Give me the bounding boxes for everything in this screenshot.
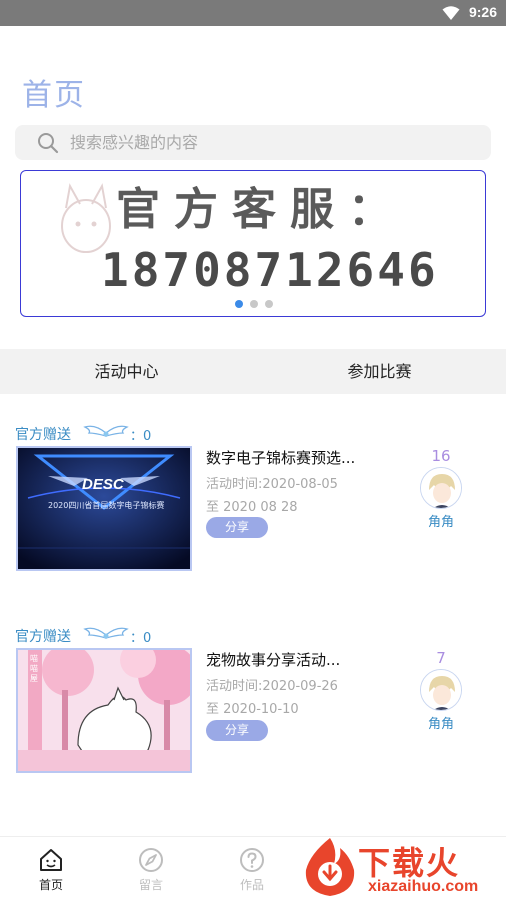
cat-book-cover-image xyxy=(18,650,190,771)
activity-card[interactable]: 官方赠送 ：0 DESC 2020四川省首届数字电子锦标赛 数字电子锦标赛预选.… xyxy=(0,424,506,584)
carousel-dot-active[interactable] xyxy=(235,300,243,308)
wings-count: ：0 xyxy=(130,631,152,646)
wings-count: ：0 xyxy=(130,429,152,444)
participant-count: 16 xyxy=(431,447,451,465)
nav-home-label: 首页 xyxy=(38,878,63,892)
nav-home[interactable]: 首页 xyxy=(21,847,81,893)
watermark-logo: 下载火 xiazaihuo.com xyxy=(300,834,506,900)
search-bar[interactable] xyxy=(15,125,491,160)
activity-card[interactable]: 官方赠送 ：0 喵喵屋 宠物故事分享活动... 活动时间:2020-09-26 … xyxy=(0,626,506,786)
activity-thumbnail[interactable]: 喵喵屋 xyxy=(16,648,192,773)
cover-caption: 喵喵屋 xyxy=(30,654,38,683)
watermark-site: xiazaihuo.com xyxy=(368,878,479,895)
nav-works[interactable]: 作品 xyxy=(222,847,282,893)
home-icon xyxy=(40,849,62,871)
flame-icon xyxy=(305,838,355,896)
poster-brand: DESC xyxy=(82,476,124,493)
carousel-dot[interactable] xyxy=(250,300,258,308)
tab-activity-center[interactable]: 活动中心 xyxy=(0,349,253,394)
carousel-dot[interactable] xyxy=(265,300,273,308)
carousel-indicator xyxy=(235,300,273,308)
nav-messages-label: 留言 xyxy=(138,878,163,892)
compass-icon xyxy=(139,848,163,872)
search-input[interactable] xyxy=(70,125,470,160)
official-gift-tag[interactable]: 官方赠送 xyxy=(15,424,71,444)
nav-works-label: 作品 xyxy=(239,878,264,892)
official-gift-tag[interactable]: 官方赠送 xyxy=(15,626,71,646)
wings-icon xyxy=(83,425,129,437)
activity-end-time: 至 2020 08 28 xyxy=(206,500,298,515)
author-name[interactable]: 角角 xyxy=(420,511,462,530)
poster-caption: 2020四川省首届数字电子锦标赛 xyxy=(48,501,165,510)
activity-title[interactable]: 宠物故事分享活动... xyxy=(206,649,340,670)
status-time: 9:26 xyxy=(468,4,497,20)
wifi-icon xyxy=(442,6,460,20)
activity-start-time: 活动时间:2020-09-26 xyxy=(206,679,338,694)
tab-join-contest[interactable]: 参加比赛 xyxy=(253,349,506,394)
participant-count: 7 xyxy=(436,649,446,667)
share-button[interactable]: 分享 xyxy=(206,720,268,741)
status-bar: 9:26 xyxy=(0,0,506,26)
tab-bar: 活动中心 参加比赛 xyxy=(0,349,506,394)
activity-start-time: 活动时间:2020-08-05 xyxy=(206,477,338,492)
question-icon xyxy=(240,848,264,872)
activity-title[interactable]: 数字电子锦标赛预选... xyxy=(206,447,355,468)
wings-icon xyxy=(83,627,129,639)
share-button[interactable]: 分享 xyxy=(206,517,268,538)
author-name[interactable]: 角角 xyxy=(420,713,462,732)
page-title: 首页 xyxy=(22,78,86,113)
author-avatar[interactable] xyxy=(420,669,462,711)
author-avatar[interactable] xyxy=(420,467,462,509)
banner-line1: 官方客服： xyxy=(116,184,406,235)
nav-messages[interactable]: 留言 xyxy=(121,847,181,893)
banner-line2: 18708712646 xyxy=(101,243,439,297)
banner-carousel[interactable]: 官方客服： 18708712646 xyxy=(20,170,486,317)
activity-thumbnail[interactable]: DESC 2020四川省首届数字电子锦标赛 xyxy=(16,446,192,571)
search-icon xyxy=(38,133,59,154)
activity-end-time: 至 2020-10-10 xyxy=(206,702,299,717)
